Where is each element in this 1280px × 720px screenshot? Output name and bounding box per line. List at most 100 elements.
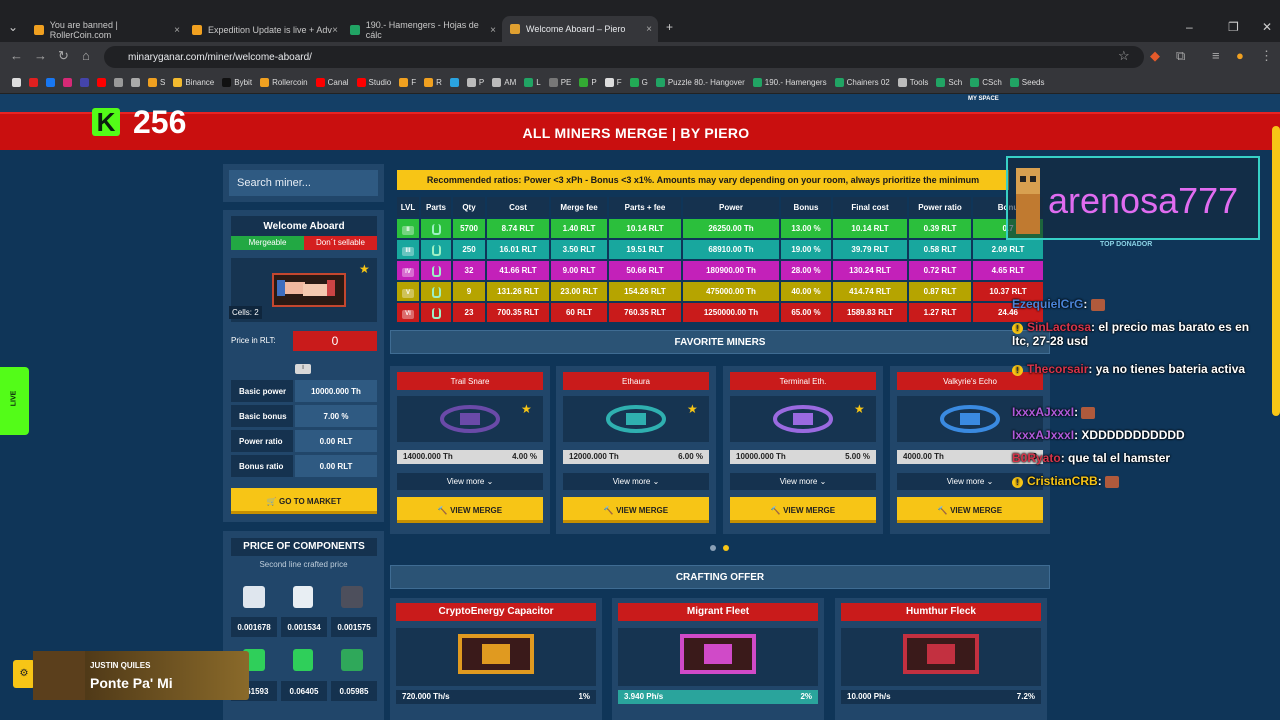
window-close-icon[interactable]: ✕: [1262, 20, 1272, 34]
level-label: V: [402, 289, 414, 298]
bookmark-seeds[interactable]: Seeds: [1009, 78, 1044, 87]
back-icon[interactable]: ←: [10, 48, 23, 63]
home-icon[interactable]: ⌂: [82, 48, 90, 63]
music-song: Ponte Pa' Mi: [90, 675, 173, 691]
new-tab-icon[interactable]: +: [666, 20, 673, 34]
tab-sheets[interactable]: 190.- Hamengers - Hojas de cálc ×: [342, 18, 502, 42]
parts-icon: [421, 303, 451, 322]
bookmark-item[interactable]: AM: [492, 78, 516, 87]
page-title: ALL MINERS MERGE | BY PIERO: [522, 125, 750, 141]
favorite-miner-stats: 12000.000 Th 6.00 %: [563, 450, 709, 464]
go-to-market-button[interactable]: 🛒 GO TO MARKET: [231, 488, 377, 514]
chat-message: B0Ryato: que tal el hamster: [1012, 451, 1272, 465]
bookmark-item[interactable]: L: [524, 78, 541, 87]
carousel-dot-active[interactable]: [723, 545, 729, 551]
bookmark-item[interactable]: [46, 78, 55, 87]
close-icon[interactable]: ×: [174, 25, 180, 36]
search-input[interactable]: Search miner...: [229, 170, 378, 196]
hammer-icon: 🔨: [603, 506, 617, 515]
table-cell: 19.51 RLT: [609, 240, 681, 259]
bookmark-studio[interactable]: Studio: [356, 78, 391, 87]
bookmark-item[interactable]: [80, 78, 89, 87]
bookmark-sch[interactable]: Sch: [936, 78, 962, 87]
table-cell: 2.09 RLT: [973, 240, 1043, 259]
level-badge: III: [397, 240, 419, 259]
table-header: Qty: [453, 197, 485, 217]
view-merge-button[interactable]: 🔨 VIEW MERGE: [397, 497, 543, 523]
bookmark-item[interactable]: G: [629, 78, 648, 87]
tab-search-icon[interactable]: ⌄: [8, 20, 18, 34]
media-icon[interactable]: ≡: [1212, 48, 1220, 63]
table-cell: 700.35 RLT: [487, 303, 549, 322]
table-cell: 40.00 %: [781, 282, 831, 301]
extensions-puzzle-icon[interactable]: ⧉: [1176, 48, 1185, 64]
view-more-button[interactable]: View more ⌄: [397, 473, 543, 490]
favorite-star-icon[interactable]: ★: [687, 402, 698, 416]
favorite-star-icon[interactable]: ★: [359, 262, 370, 276]
bookmark-telegram[interactable]: [449, 78, 459, 87]
donor-name: arenosa777: [1048, 180, 1239, 221]
sheets-favicon-icon: [350, 25, 360, 35]
table-cell: 4.65 RLT: [973, 261, 1043, 280]
bookmark-hamengers[interactable]: 190.- Hamengers: [752, 78, 827, 87]
table-cell: 23: [453, 303, 485, 322]
close-icon[interactable]: ×: [490, 25, 496, 36]
tab-expedition[interactable]: Expedition Update is live + Adv ×: [184, 18, 344, 42]
bookmark-item[interactable]: F: [604, 78, 622, 87]
scrollbar[interactable]: [1272, 126, 1280, 416]
carousel-dot[interactable]: [710, 545, 716, 551]
bookmark-item[interactable]: [131, 78, 140, 87]
minimize-icon[interactable]: –: [1186, 20, 1193, 34]
extension-icon[interactable]: ◆: [1150, 48, 1160, 64]
bookmark-folder[interactable]: P: [466, 78, 484, 87]
bookmark-star-icon[interactable]: ☆: [1118, 48, 1130, 64]
bookmark-item[interactable]: S: [148, 78, 165, 87]
favorite-star-icon[interactable]: ★: [521, 402, 532, 416]
tab-welcome-aboard[interactable]: Welcome Aboard – Piero ×: [502, 16, 658, 42]
favorite-star-icon[interactable]: ★: [854, 402, 865, 416]
parts-icon: [421, 219, 451, 238]
bookmark-binance[interactable]: Binance: [173, 78, 214, 87]
level-label: III: [402, 247, 414, 256]
chat-message: IxxxAJxxxI:: [1012, 405, 1272, 419]
menu-icon[interactable]: ⋮: [1260, 48, 1273, 64]
bookmark-item[interactable]: [29, 78, 38, 87]
bookmark-item[interactable]: P: [579, 78, 597, 87]
view-more-button[interactable]: View more ⌄: [563, 473, 709, 490]
bookmark-item[interactable]: PE: [548, 78, 571, 87]
bookmark-puzzle[interactable]: Puzzle 80.- Hangover: [655, 78, 745, 87]
fan-icon: [243, 586, 265, 608]
profile-icon[interactable]: ●: [1236, 48, 1244, 63]
reload-icon[interactable]: ↻: [58, 48, 69, 64]
nav-my-space[interactable]: MY SPACE: [968, 96, 999, 102]
url-input[interactable]: minaryganar.com/miner/welcome-aboard/: [104, 46, 1144, 68]
bookmark-chainers[interactable]: Chainers 02: [834, 78, 890, 87]
close-icon[interactable]: ×: [646, 24, 652, 35]
settings-gear-icon[interactable]: ⚙: [13, 660, 35, 688]
bookmark-item[interactable]: [63, 78, 72, 87]
bookmark-item[interactable]: [12, 78, 21, 87]
bookmark-csch[interactable]: CSch: [970, 78, 1002, 87]
crafting-offer-header: CRAFTING OFFER: [390, 565, 1050, 589]
restore-icon[interactable]: ❐: [1228, 20, 1239, 34]
view-merge-button[interactable]: 🔨 VIEW MERGE: [730, 497, 876, 523]
info-icon[interactable]: i: [295, 364, 311, 374]
forward-icon[interactable]: →: [34, 48, 47, 63]
bookmark-canal[interactable]: Canal: [315, 78, 349, 87]
bookmark-rollercoin[interactable]: Rollercoin: [260, 78, 308, 87]
chat-username: EzequielCrG: [1012, 297, 1084, 311]
view-merge-button[interactable]: 🔨 VIEW MERGE: [897, 497, 1043, 523]
bookmark-tools[interactable]: Tools: [897, 78, 928, 87]
bookmark-item[interactable]: [114, 78, 123, 87]
bookmark-item[interactable]: [97, 78, 106, 87]
view-more-button[interactable]: View more ⌄: [730, 473, 876, 490]
tab-rollercoin[interactable]: You are banned | RollerCoin.com ×: [26, 18, 186, 42]
close-icon[interactable]: ×: [332, 25, 338, 36]
table-header: LVL: [397, 197, 419, 217]
sellable-badge: Don´t sellable: [304, 236, 377, 250]
bookmark-item[interactable]: F: [399, 78, 416, 87]
view-merge-button[interactable]: 🔨 VIEW MERGE: [563, 497, 709, 523]
bookmark-item[interactable]: R: [424, 78, 442, 87]
crafting-item-stats: 3.940 Ph/s 2%: [618, 690, 818, 704]
bookmark-bybit[interactable]: Bybit: [222, 78, 252, 87]
